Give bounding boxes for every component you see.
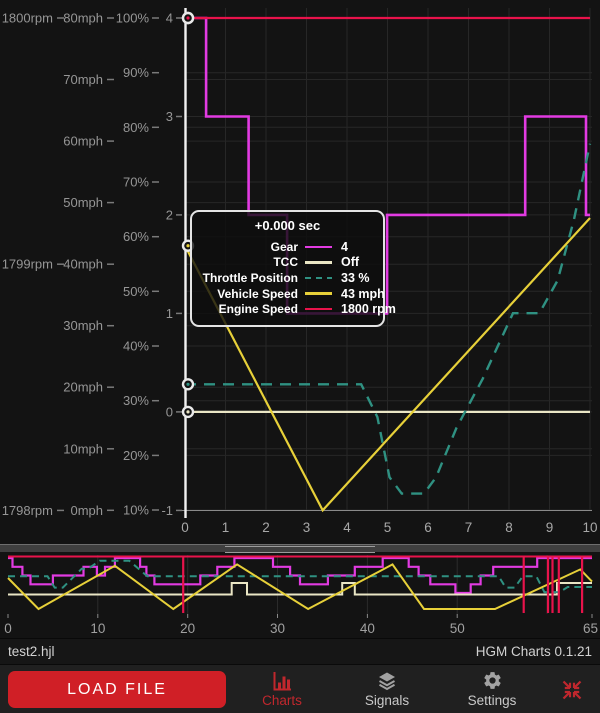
- overview-x-tick-label: 20: [180, 621, 195, 636]
- percent-tick-label: 90%: [123, 65, 149, 80]
- gear-tick-label: 1: [166, 306, 173, 321]
- overview-chart-panel: 0 10 20 30 40 50 65: [0, 552, 600, 638]
- loaded-filename: test2.hjl: [8, 644, 55, 659]
- gear-icon: [482, 670, 503, 691]
- tooltip-row-tcc: TCC Off: [200, 255, 375, 271]
- percent-tick-label: 80%: [123, 120, 149, 135]
- chart-splitter-handle[interactable]: [0, 544, 600, 552]
- x-tick-label: 1: [222, 520, 230, 535]
- tooltip-row-speed: Vehicle Speed 43 mph: [200, 286, 375, 302]
- mph-tick-label: 10mph: [63, 441, 103, 456]
- x-tick-label: 7: [465, 520, 473, 535]
- mph-tick-label: 50mph: [63, 195, 103, 210]
- percent-tick-label: 100%: [116, 11, 150, 26]
- layers-icon: [376, 670, 398, 691]
- engine-line-swatch: [305, 308, 332, 311]
- rpm-tick-label: 1798rpm: [2, 503, 53, 518]
- tooltip-value: 4: [334, 240, 375, 254]
- gear-tick-label: 4: [166, 11, 173, 26]
- percent-tick-label: 10%: [123, 503, 149, 518]
- tab-signals-label: Signals: [365, 693, 409, 708]
- collapse-arrows-icon: [560, 678, 584, 702]
- status-bar: test2.hjl HGM Charts 0.1.21: [0, 638, 600, 664]
- x-tick-label: 10: [582, 520, 597, 535]
- percent-tick-label: 40%: [123, 339, 149, 354]
- overview-x-tick-label: 10: [90, 621, 105, 636]
- collapse-panel-button[interactable]: [560, 678, 584, 702]
- overview-x-tick-label: 50: [450, 621, 465, 636]
- mph-tick-label: 80mph: [63, 11, 103, 26]
- tooltip-label: Throttle Position: [200, 271, 298, 285]
- tooltip-label: Engine Speed: [200, 302, 298, 316]
- tooltip-label: TCC: [200, 255, 298, 269]
- overview-x-tick-label: 65: [583, 621, 598, 636]
- x-tick-label: 4: [343, 520, 351, 535]
- tooltip-label: Vehicle Speed: [200, 287, 298, 301]
- mph-tick-label: 70mph: [63, 72, 103, 87]
- overview-x-tick-label: 30: [270, 621, 285, 636]
- overview-series-vehicle-speed: [8, 564, 592, 609]
- tab-settings[interactable]: Settings: [452, 670, 532, 710]
- rpm-tick-label: 1800rpm: [2, 11, 53, 26]
- x-tick-label: 6: [424, 520, 432, 535]
- overview-series: [8, 557, 592, 614]
- gear-tick-label: 3: [166, 109, 173, 124]
- tooltip-label: Gear: [200, 240, 298, 254]
- tooltip-value: 33 %: [334, 271, 375, 285]
- x-tick-label: 2: [262, 520, 270, 535]
- throttle-line-swatch: [305, 277, 332, 280]
- overview-chart-canvas[interactable]: 0 10 20 30 40 50 65: [0, 552, 600, 638]
- tab-settings-label: Settings: [468, 693, 517, 708]
- bottom-toolbar: LOAD FILE Charts Signals: [0, 664, 600, 713]
- percent-tick-label: 30%: [123, 393, 149, 408]
- overview-x-tick-label: 0: [4, 621, 12, 636]
- hgm-charts-app: 1800rpm1799rpm1798rpm80mph70mph60mph50mp…: [0, 0, 600, 713]
- tcc-line-swatch: [305, 261, 332, 264]
- speed-line-swatch: [305, 292, 332, 295]
- tooltip-row-throttle: Throttle Position 33 %: [200, 270, 375, 286]
- app-version: HGM Charts 0.1.21: [476, 644, 592, 659]
- tooltip-row-engine: Engine Speed 1800 rpm: [200, 301, 375, 317]
- percent-tick-label: 50%: [123, 284, 149, 299]
- load-file-button[interactable]: LOAD FILE: [8, 671, 226, 708]
- tooltip-value: 43 mph: [334, 287, 385, 301]
- mph-tick-label: 40mph: [63, 257, 103, 272]
- rpm-tick-label: 1799rpm: [2, 257, 53, 272]
- mph-tick-label: 60mph: [63, 134, 103, 149]
- x-tick-label: 3: [303, 520, 311, 535]
- x-tick-label: 0: [181, 520, 189, 535]
- tab-signals[interactable]: Signals: [347, 670, 427, 710]
- overview-x-tick-label: 40: [360, 621, 375, 636]
- tooltip-value: 1800 rpm: [334, 302, 396, 316]
- tooltip-row-gear: Gear 4: [200, 239, 375, 255]
- cursor-tooltip: +0.000 sec Gear 4 TCC Off Throttle Posit…: [190, 210, 385, 327]
- mph-tick-label: 30mph: [63, 318, 103, 333]
- main-chart-panel: 1800rpm1799rpm1798rpm80mph70mph60mph50mp…: [0, 0, 600, 544]
- gear-tick-label: 0: [166, 404, 173, 419]
- tab-charts[interactable]: Charts: [242, 670, 322, 710]
- x-tick-label: 9: [546, 520, 554, 535]
- mph-tick-label: 20mph: [63, 380, 103, 395]
- gear-tick-label: -1: [161, 503, 173, 518]
- tooltip-value: Off: [334, 255, 375, 269]
- percent-tick-label: 70%: [123, 175, 149, 190]
- mph-tick-label: 0mph: [70, 503, 103, 518]
- gear-line-swatch: [305, 246, 332, 249]
- percent-tick-label: 20%: [123, 448, 149, 463]
- tab-charts-label: Charts: [262, 693, 302, 708]
- x-tick-label: 5: [384, 520, 392, 535]
- bar-chart-icon: [271, 670, 293, 691]
- x-tick-label: 8: [505, 520, 513, 535]
- gear-tick-label: 2: [166, 207, 173, 222]
- percent-tick-label: 60%: [123, 229, 149, 244]
- tooltip-time: +0.000 sec: [200, 218, 375, 233]
